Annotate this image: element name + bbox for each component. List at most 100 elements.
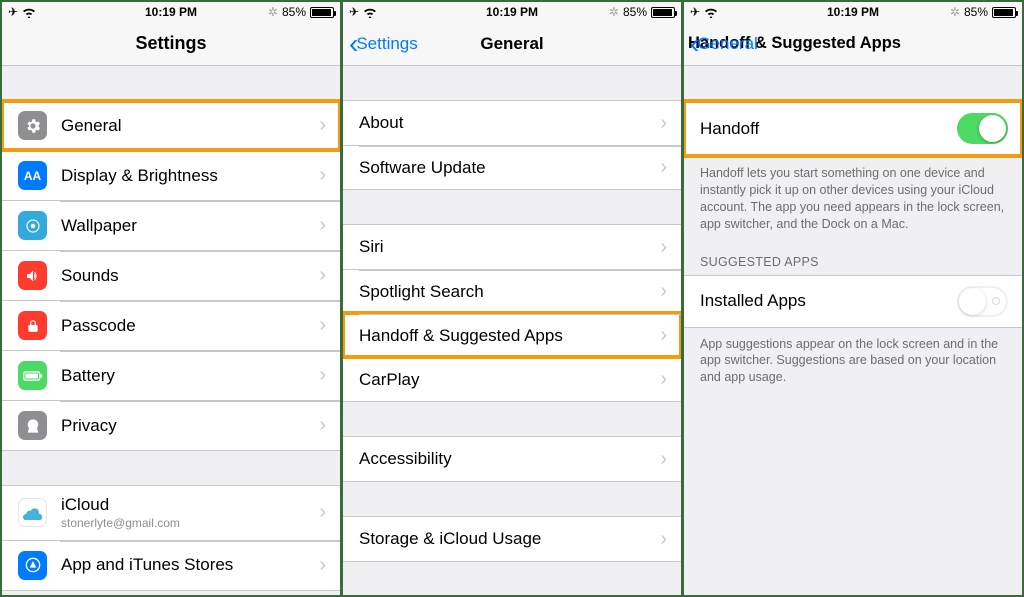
status-time: 10:19 PM <box>145 5 197 19</box>
row-about[interactable]: About › <box>343 101 681 145</box>
row-label: Handoff <box>700 119 957 139</box>
appstore-icon <box>18 551 47 580</box>
general-group-4: Storage & iCloud Usage › <box>343 516 681 562</box>
chevron-right-icon: › <box>319 214 326 237</box>
handoff-group: Handoff <box>684 100 1022 157</box>
row-label: Accessibility <box>359 449 654 469</box>
row-label: CarPlay <box>359 370 654 390</box>
nav-bar: Settings <box>2 22 340 66</box>
display-icon: AA <box>18 161 47 190</box>
nav-bar: ‹ Settings General <box>343 22 681 66</box>
chevron-right-icon: › <box>660 368 667 391</box>
chevron-right-icon: › <box>319 164 326 187</box>
row-privacy[interactable]: Privacy › <box>2 400 340 450</box>
row-spotlight[interactable]: Spotlight Search › <box>343 269 681 313</box>
row-label: Display & Brightness <box>61 166 313 186</box>
privacy-icon <box>18 411 47 440</box>
chevron-right-icon: › <box>660 236 667 259</box>
battery-pct: 85% <box>623 5 647 19</box>
passcode-icon <box>18 311 47 340</box>
chevron-right-icon: › <box>660 280 667 303</box>
chevron-right-icon: › <box>660 112 667 135</box>
row-label: Handoff & Suggested Apps <box>359 326 654 346</box>
suggested-apps-header: SUGGESTED APPS <box>684 239 1022 275</box>
row-handoff[interactable]: Handoff & Suggested Apps › <box>343 313 681 357</box>
settings-group-2: iCloud stonerlyte@gmail.com › App and iT… <box>2 485 340 591</box>
page-title: Settings <box>135 33 206 54</box>
row-software-update[interactable]: Software Update › <box>343 145 681 189</box>
airplane-icon: ✈ <box>349 5 359 19</box>
battery-icon <box>18 361 47 390</box>
status-time: 10:19 PM <box>486 5 538 19</box>
sounds-icon <box>18 261 47 290</box>
wifi-icon <box>363 7 377 18</box>
row-appstore[interactable]: App and iTunes Stores › <box>2 540 340 590</box>
row-label: Software Update <box>359 158 654 178</box>
chevron-right-icon: › <box>319 114 326 137</box>
airplane-icon: ✈ <box>690 5 700 19</box>
general-group-3: Accessibility › <box>343 436 681 482</box>
status-bar: ✈ 10:19 PM ✲ 85% <box>343 2 681 22</box>
row-accessibility[interactable]: Accessibility › <box>343 437 681 481</box>
chevron-right-icon: › <box>319 501 326 524</box>
row-label: Wallpaper <box>61 216 313 236</box>
row-label: About <box>359 113 654 133</box>
battery-icon <box>651 7 675 18</box>
screen-settings: ✈ 10:19 PM ✲ 85% Settings General › AA D… <box>2 2 340 595</box>
row-label: Siri <box>359 237 654 257</box>
page-title: General <box>480 34 543 54</box>
row-wallpaper[interactable]: Wallpaper › <box>2 200 340 250</box>
gear-icon <box>18 111 47 140</box>
battery-pct: 85% <box>282 5 306 19</box>
row-label: Spotlight Search <box>359 282 654 302</box>
wallpaper-icon <box>18 211 47 240</box>
row-sounds[interactable]: Sounds › <box>2 250 340 300</box>
row-handoff-toggle[interactable]: Handoff <box>684 101 1022 156</box>
row-label: Passcode <box>61 316 313 336</box>
chevron-right-icon: › <box>660 528 667 551</box>
installed-footer: App suggestions appear on the lock scree… <box>684 328 1022 393</box>
row-siri[interactable]: Siri › <box>343 225 681 269</box>
screen-general: ✈ 10:19 PM ✲ 85% ‹ Settings General Abou… <box>343 2 681 595</box>
row-installed-apps[interactable]: Installed Apps <box>684 276 1022 327</box>
bluetooth-icon: ✲ <box>950 5 960 19</box>
bluetooth-icon: ✲ <box>268 5 278 19</box>
chevron-right-icon: › <box>319 314 326 337</box>
row-carplay[interactable]: CarPlay › <box>343 357 681 401</box>
status-bar: ✈ 10:19 PM ✲ 85% <box>2 2 340 22</box>
nav-bar: ‹ General Handoff & Suggested Apps <box>684 22 1022 66</box>
status-time: 10:19 PM <box>827 5 879 19</box>
handoff-footer: Handoff lets you start something on one … <box>684 157 1022 239</box>
row-general[interactable]: General › <box>2 101 340 150</box>
back-button[interactable]: ‹ General <box>690 30 758 58</box>
suggested-group: Installed Apps <box>684 275 1022 328</box>
screen-handoff: ✈ 10:19 PM ✲ 85% ‹ General Handoff & Sug… <box>684 2 1022 595</box>
bluetooth-icon: ✲ <box>609 5 619 19</box>
general-group-2: Siri › Spotlight Search › Handoff & Sugg… <box>343 224 681 402</box>
icloud-icon <box>18 498 47 527</box>
installed-apps-toggle[interactable] <box>957 286 1008 317</box>
chevron-right-icon: › <box>319 264 326 287</box>
chevron-right-icon: › <box>319 364 326 387</box>
handoff-toggle[interactable] <box>957 113 1008 144</box>
back-label: Settings <box>356 34 417 54</box>
wifi-icon <box>22 7 36 18</box>
airplane-icon: ✈ <box>8 5 18 19</box>
row-label: Installed Apps <box>700 291 957 311</box>
row-icloud[interactable]: iCloud stonerlyte@gmail.com › <box>2 486 340 540</box>
back-label: General <box>697 34 757 54</box>
status-bar: ✈ 10:19 PM ✲ 85% <box>684 2 1022 22</box>
row-passcode[interactable]: Passcode › <box>2 300 340 350</box>
chevron-right-icon: › <box>660 448 667 471</box>
settings-group-1: General › AA Display & Brightness › Wall… <box>2 100 340 451</box>
wifi-icon <box>704 7 718 18</box>
chevron-right-icon: › <box>319 414 326 437</box>
chevron-right-icon: › <box>319 554 326 577</box>
back-button[interactable]: ‹ Settings <box>349 30 418 58</box>
row-battery[interactable]: Battery › <box>2 350 340 400</box>
row-display[interactable]: AA Display & Brightness › <box>2 150 340 200</box>
row-storage[interactable]: Storage & iCloud Usage › <box>343 517 681 561</box>
battery-icon <box>310 7 334 18</box>
row-label: Battery <box>61 366 313 386</box>
row-label: General <box>61 116 313 136</box>
